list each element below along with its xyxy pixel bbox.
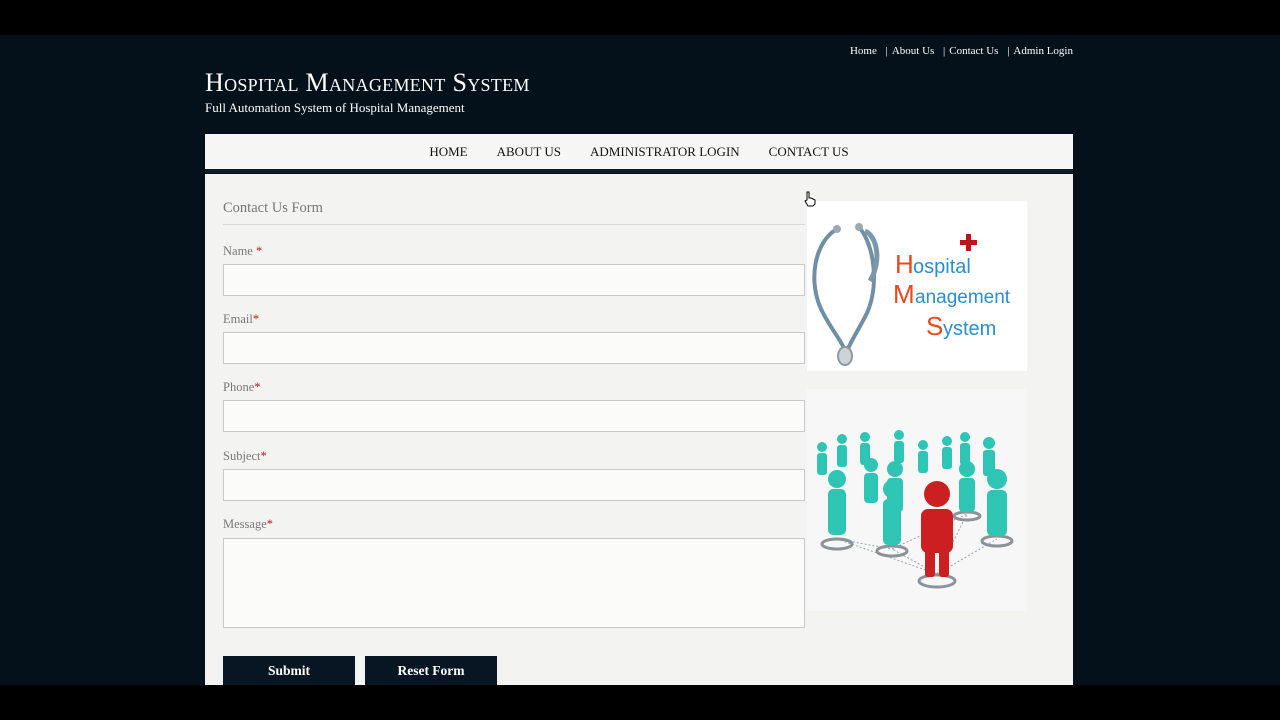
top-link-contact-us[interactable]: Contact Us: [949, 45, 998, 57]
top-link-separator: |: [943, 45, 946, 57]
subject-field[interactable]: [223, 469, 805, 501]
main-nav: HOME ABOUT US ADMINISTRATOR LOGIN CONTAC…: [205, 134, 1073, 173]
logo-letter-h: H: [895, 249, 914, 279]
top-link-separator: |: [1007, 45, 1010, 57]
name-label: Name *: [223, 244, 262, 259]
letterbox-top: [0, 0, 1280, 35]
message-label-text: Message: [223, 517, 267, 531]
top-links: Home | About Us | Contact Us | Admin Login: [850, 45, 1073, 57]
logo-text-ystem: ystem: [943, 318, 996, 340]
top-link-admin-login[interactable]: Admin Login: [1013, 45, 1073, 57]
phone-label-text: Phone: [223, 380, 255, 394]
form-heading: Contact Us Form: [223, 200, 323, 216]
team-network-image: [807, 389, 1027, 611]
logo-text-ospital: ospital: [913, 256, 971, 278]
email-label: Email*: [223, 312, 259, 327]
logo-letter-m: M: [893, 279, 915, 309]
subject-label: Subject*: [223, 449, 267, 464]
content-panel: Contact Us Form Name * Email* Phone* Sub…: [205, 174, 1073, 685]
nav-item-home[interactable]: HOME: [429, 144, 467, 160]
email-field[interactable]: [223, 332, 805, 364]
nav-item-contact-us[interactable]: CONTACT US: [769, 144, 849, 160]
phone-field[interactable]: [223, 400, 805, 432]
web-page: Home | About Us | Contact Us | Admin Login …: [0, 35, 1280, 685]
site-subtitle: Full Automation System of Hospital Manag…: [205, 100, 465, 115]
nav-item-administrator-login[interactable]: ADMINISTRATOR LOGIN: [590, 144, 740, 160]
name-label-text: Name: [223, 244, 253, 258]
top-link-about-us[interactable]: About Us: [892, 45, 934, 57]
stethoscope-icon: H ospital M anagement S ystem: [812, 223, 1011, 366]
submit-button[interactable]: Submit: [223, 656, 355, 685]
site-title: Hospital Management System: [205, 68, 530, 97]
team-network-icon: [817, 430, 1014, 589]
hand-cursor-icon: [804, 191, 816, 212]
name-field[interactable]: [223, 264, 805, 296]
subject-label-text: Subject: [223, 449, 261, 463]
email-label-text: Email: [223, 312, 253, 326]
top-link-separator: |: [885, 45, 888, 57]
required-marker: *: [266, 517, 273, 531]
phone-label: Phone*: [223, 380, 261, 395]
message-field[interactable]: [223, 538, 805, 628]
message-label: Message*: [223, 517, 273, 532]
form-divider: [223, 224, 805, 225]
reset-form-button[interactable]: Reset Form: [365, 656, 497, 685]
logo-text-anagement: anagement: [915, 287, 1011, 308]
required-marker: *: [252, 312, 260, 326]
required-marker: *: [255, 244, 263, 258]
hospital-logo-image: H ospital M anagement S ystem: [807, 201, 1027, 371]
required-marker: *: [260, 449, 267, 463]
required-marker: *: [254, 380, 261, 394]
letterbox-bottom: [0, 685, 1280, 720]
logo-letter-s: S: [926, 311, 943, 341]
top-link-home[interactable]: Home: [850, 45, 877, 57]
nav-item-about-us[interactable]: ABOUT US: [497, 144, 561, 160]
